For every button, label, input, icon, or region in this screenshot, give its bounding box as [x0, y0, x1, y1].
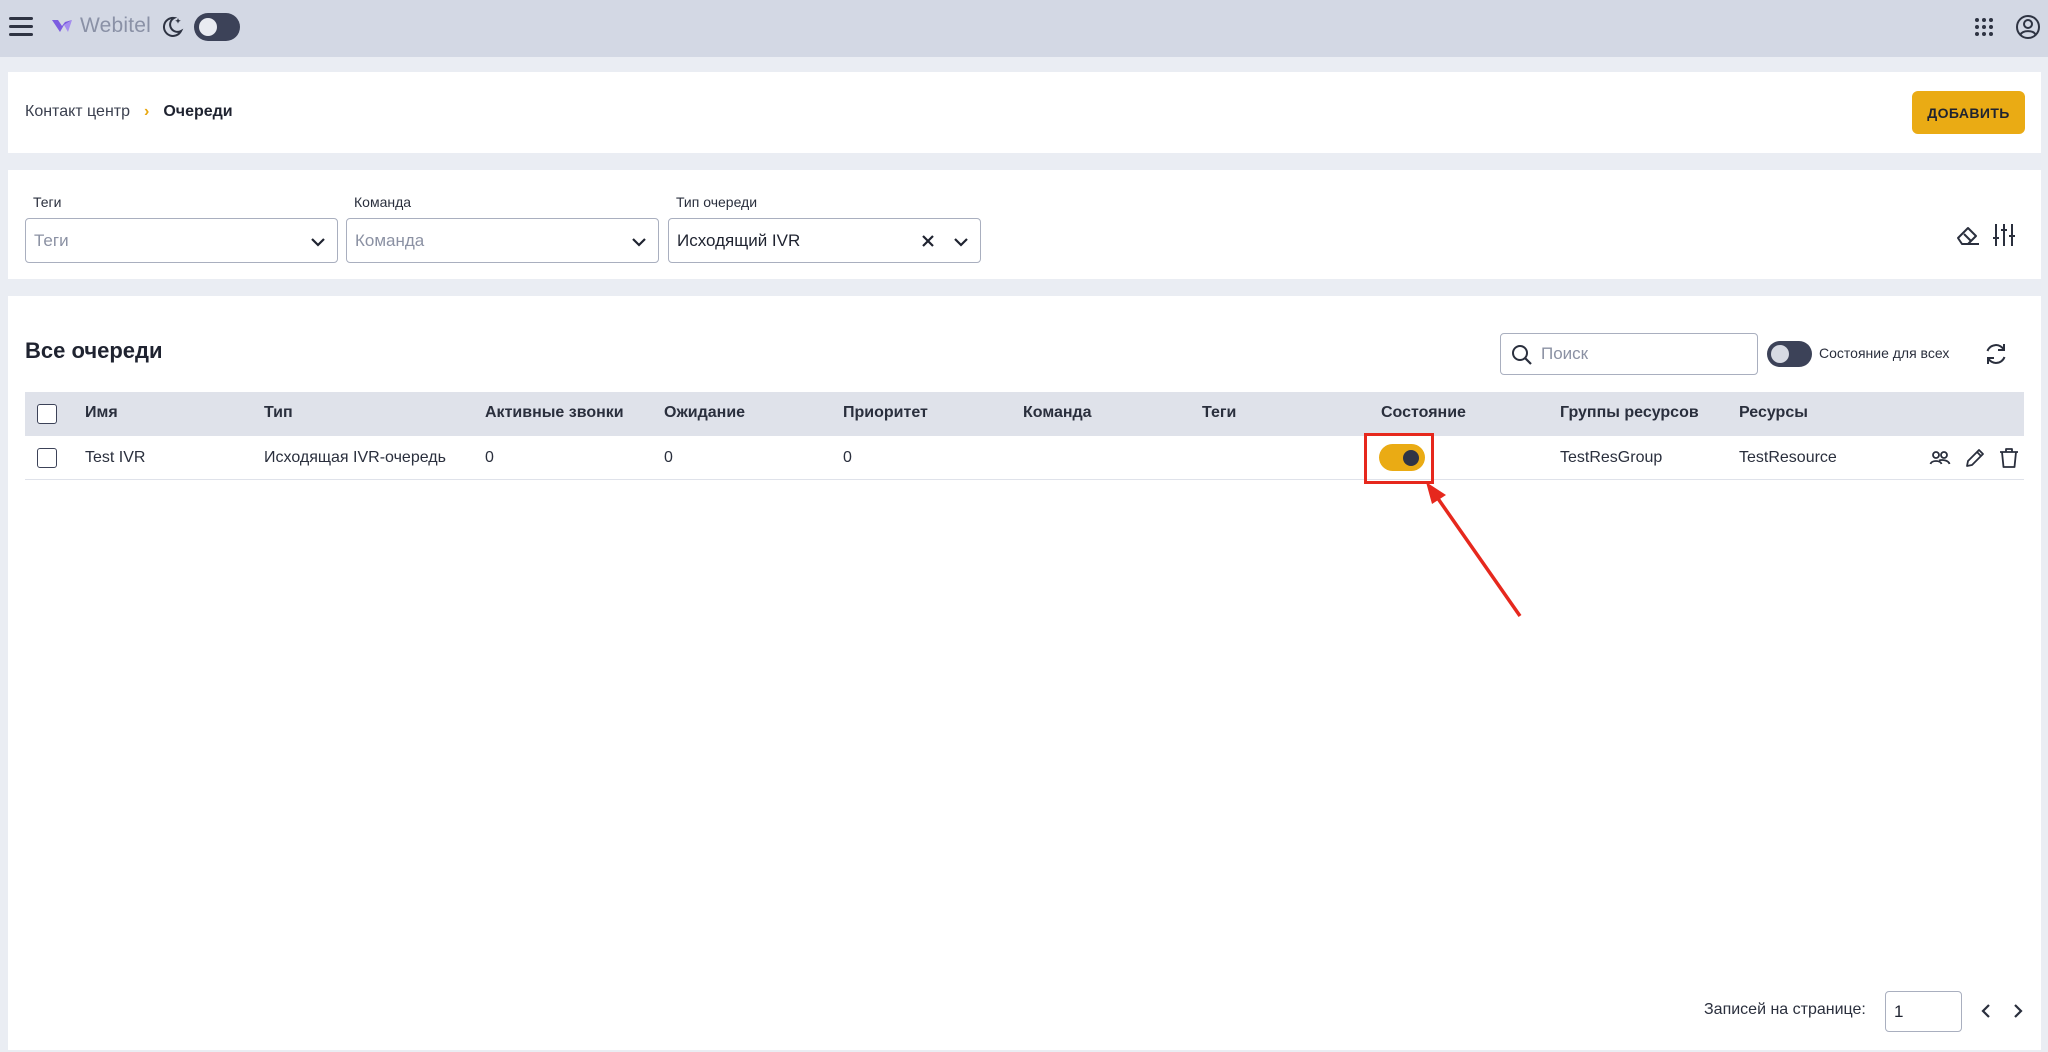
- filters-panel: Теги Теги Команда Команда Тип очереди Ис…: [8, 170, 2041, 279]
- toggle-knob: [1403, 450, 1419, 466]
- trash-icon[interactable]: [1998, 447, 2020, 469]
- row-checkbox[interactable]: [37, 448, 57, 468]
- queues-table: Имя Тип Активные звонки Ожидание Приорит…: [25, 392, 2024, 480]
- moon-icon: [162, 16, 184, 37]
- team-select[interactable]: Команда: [346, 218, 659, 263]
- logo-text: Webitel: [80, 14, 152, 37]
- tags-select-placeholder: Теги: [34, 230, 69, 250]
- members-icon[interactable]: [1929, 447, 1951, 469]
- tags-filter: Теги Теги: [25, 194, 338, 263]
- chevron-down-icon[interactable]: [630, 233, 648, 251]
- column-header-tags[interactable]: Теги: [1202, 404, 1236, 422]
- cell-name[interactable]: Test IVR: [85, 449, 145, 467]
- column-header-active-calls[interactable]: Активные звонки: [485, 404, 624, 422]
- page-size-input[interactable]: [1885, 991, 1962, 1032]
- refresh-icon[interactable]: [1982, 340, 2010, 368]
- breadcrumb-section[interactable]: Контакт центр: [25, 103, 130, 121]
- column-header-name[interactable]: Имя: [85, 404, 118, 422]
- chevron-down-icon[interactable]: [952, 233, 970, 251]
- state-all-toggle[interactable]: [1767, 341, 1812, 367]
- search-input[interactable]: [1541, 335, 1751, 373]
- cell-resource-groups: TestResGroup: [1560, 449, 1663, 466]
- cell-active-calls: 0: [485, 449, 494, 466]
- top-bar: Webitel: [0, 0, 2048, 57]
- team-select-placeholder: Команда: [355, 230, 425, 250]
- edit-icon[interactable]: [1964, 447, 1986, 469]
- sliders-icon[interactable]: [1992, 222, 2016, 248]
- header-panel: Контакт центр › Очереди ДОБАВИТЬ: [8, 72, 2041, 153]
- state-all-label: Состояние для всех: [1819, 345, 1950, 361]
- column-header-resources[interactable]: Ресурсы: [1739, 404, 1808, 422]
- page-title: Все очереди: [25, 338, 163, 363]
- webitel-logo-icon: [52, 20, 72, 32]
- search-icon: [1512, 345, 1532, 365]
- pagination-label: Записей на странице:: [1704, 1001, 1866, 1018]
- breadcrumb-current: Очереди: [163, 103, 233, 120]
- logo[interactable]: Webitel: [50, 14, 151, 38]
- close-icon[interactable]: [920, 233, 936, 249]
- select-all-checkbox[interactable]: [37, 404, 57, 424]
- toggle-knob: [199, 18, 217, 36]
- user-icon[interactable]: [2015, 14, 2041, 40]
- table-header: Имя Тип Активные звонки Ожидание Приорит…: [25, 392, 2024, 436]
- chevron-right-icon[interactable]: [2008, 1001, 2028, 1021]
- column-header-team[interactable]: Команда: [1023, 404, 1092, 422]
- toggle-knob: [1771, 345, 1789, 363]
- column-header-state[interactable]: Состояние: [1381, 404, 1466, 422]
- queue-state-toggle[interactable]: [1379, 444, 1425, 471]
- column-header-waiting[interactable]: Ожидание: [664, 404, 745, 422]
- queue-type-filter-label: Тип очереди: [676, 194, 758, 210]
- apps-grid-icon[interactable]: [1974, 17, 1994, 37]
- breadcrumb: Контакт центр › Очереди: [25, 103, 233, 121]
- tags-select[interactable]: Теги: [25, 218, 338, 263]
- breadcrumb-separator: ›: [144, 103, 150, 120]
- team-filter: Команда Команда: [346, 194, 659, 263]
- menu-icon[interactable]: [9, 17, 33, 37]
- team-filter-label: Команда: [354, 194, 412, 210]
- tags-filter-label: Теги: [33, 194, 62, 210]
- search-field[interactable]: [1500, 333, 1758, 375]
- cell-resources: TestResource: [1739, 449, 1837, 466]
- queue-type-select[interactable]: Исходящий IVR: [668, 218, 981, 263]
- chevron-down-icon[interactable]: [309, 233, 327, 251]
- queue-type-value: Исходящий IVR: [677, 230, 801, 250]
- eraser-icon[interactable]: [1955, 223, 1981, 247]
- theme-toggle[interactable]: [194, 13, 240, 41]
- queue-type-filter: Тип очереди Исходящий IVR: [668, 194, 981, 263]
- column-header-resource-groups[interactable]: Группы ресурсов: [1560, 404, 1699, 422]
- column-header-priority[interactable]: Приоритет: [843, 404, 928, 422]
- column-header-type[interactable]: Тип: [264, 404, 293, 422]
- cell-waiting: 0: [664, 449, 673, 466]
- cell-priority: 0: [843, 449, 852, 466]
- add-button[interactable]: ДОБАВИТЬ: [1912, 91, 2025, 134]
- chevron-left-icon[interactable]: [1976, 1001, 1996, 1021]
- table-row: Test IVR Исходящая IVR-очередь 0 0 0 Tes…: [25, 436, 2024, 480]
- cell-type: Исходящая IVR-очередь: [264, 449, 446, 466]
- queues-panel: Все очереди Состояние для всех Имя Тип А…: [8, 296, 2041, 1050]
